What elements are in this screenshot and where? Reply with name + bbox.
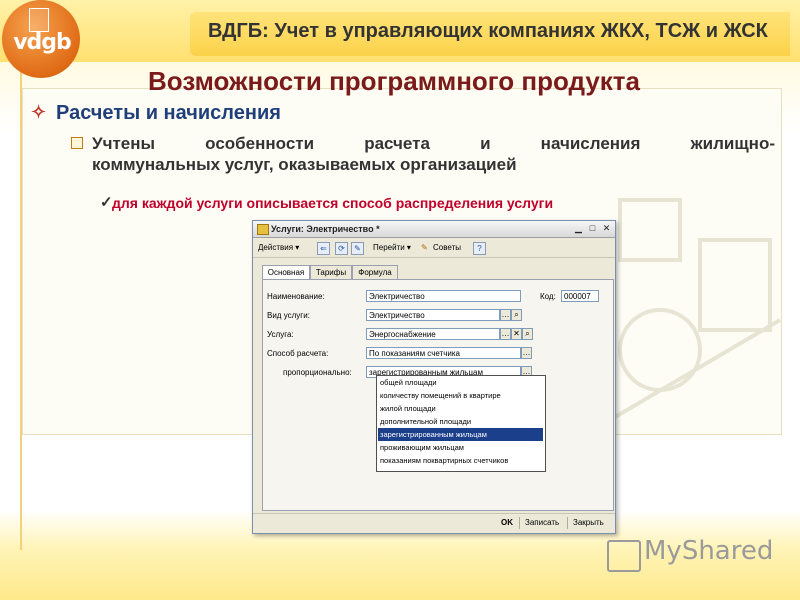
header-title: ВДГБ: Учет в управляющих компаниях ЖКХ, …	[208, 20, 768, 42]
write-button[interactable]: Записать	[525, 518, 559, 527]
dropdown-option[interactable]: показаниям поквартирных счетчиков	[378, 454, 543, 467]
help-button[interactable]: ?	[473, 242, 486, 255]
service-field[interactable]: Энергоснабжение	[366, 328, 500, 340]
toolbar: Действия ▾ ⇐ ⟳ ✎ Перейти ▾ ✎ Советы ?	[253, 239, 615, 258]
close-icon[interactable]: ✕	[601, 223, 612, 234]
dropdown-option[interactable]: жилой площади	[378, 402, 543, 415]
bullet-text-line2: коммунальных услуг, оказываемых организа…	[92, 155, 517, 174]
goto-menu[interactable]: Перейти ▾	[373, 243, 411, 252]
window-titlebar[interactable]: Услуги: Электричество * ▁ □ ✕	[253, 221, 615, 238]
dropdown-option[interactable]: количеству помещений в квартире	[378, 389, 543, 402]
calc-method-select-button[interactable]: …	[521, 347, 532, 359]
bullet-heading: Расчеты и начисления	[56, 102, 281, 124]
separator	[567, 517, 568, 529]
dropdown-option[interactable]: дополнительной площади	[378, 415, 543, 428]
slide-title: Возможности программного продукта	[148, 66, 640, 96]
tab-main[interactable]: Основная	[262, 265, 310, 280]
logo-text: vdgb	[13, 30, 72, 55]
vdgb-logo: vdgb	[2, 0, 80, 78]
services-window: Услуги: Электричество * ▁ □ ✕ Действия ▾…	[252, 220, 616, 534]
calc-method-label: Способ расчета:	[267, 349, 329, 358]
service-search-icon[interactable]: ⌕	[522, 328, 533, 340]
watermark-icon	[607, 540, 641, 572]
dropdown-option[interactable]: проживающим жильцам	[378, 441, 543, 454]
tab-formula[interactable]: Формула	[352, 265, 398, 279]
window-button-bar: OK Записать Закрыть	[253, 513, 615, 532]
watermark-text: MyShared	[644, 536, 774, 566]
ok-button[interactable]: OK	[501, 518, 513, 527]
maximize-icon[interactable]: □	[587, 223, 598, 234]
tab-tariffs[interactable]: Тарифы	[310, 265, 352, 279]
service-type-label: Вид услуги:	[267, 311, 310, 320]
service-select-button[interactable]: …	[500, 328, 511, 340]
tab-panel-main: Наименование: Электричество Код: 000007 …	[262, 279, 614, 511]
proportional-dropdown-list: общей площади количеству помещений в ква…	[376, 375, 546, 472]
check-bullet-text: для каждой услуги описывается способ рас…	[112, 195, 554, 211]
refresh-icon[interactable]: ⟳	[335, 242, 348, 255]
decorative-background-graphic	[608, 198, 782, 422]
edit-icon[interactable]: ✎	[351, 242, 364, 255]
calc-method-field[interactable]: По показаниям счетчика	[366, 347, 521, 359]
diamond-bullet-icon: ✧	[31, 102, 47, 122]
bullet-text-line1: Учтены особенности расчета и начисления …	[92, 134, 775, 153]
dropdown-option-selected[interactable]: зарегистрированным жильцам	[378, 428, 543, 441]
document-icon	[29, 8, 49, 32]
service-type-search-icon[interactable]: ⌕	[511, 309, 522, 321]
actions-menu[interactable]: Действия ▾	[258, 243, 299, 252]
dropdown-option[interactable]: общей площади	[378, 376, 543, 389]
service-label: Услуга:	[267, 330, 294, 339]
separator	[519, 517, 520, 529]
name-label: Наименование:	[267, 292, 325, 301]
name-field[interactable]: Электричество	[366, 290, 521, 302]
window-icon	[257, 224, 269, 235]
minimize-icon[interactable]: ▁	[573, 223, 584, 234]
service-clear-icon[interactable]: ✕	[511, 328, 522, 340]
code-label: Код:	[540, 292, 556, 301]
close-button[interactable]: Закрыть	[573, 518, 604, 527]
window-title: Услуги: Электричество *	[271, 224, 380, 234]
square-bullet-icon	[71, 137, 83, 149]
service-type-select-button[interactable]: …	[500, 309, 511, 321]
proportional-label: пропорционально:	[283, 368, 352, 377]
code-field[interactable]: 000007	[561, 290, 599, 302]
left-decor-line	[20, 60, 22, 550]
service-type-field[interactable]: Электричество	[366, 309, 500, 321]
tips-button[interactable]: Советы	[433, 243, 461, 252]
checkmark-icon: ✓	[100, 194, 113, 211]
tips-icon[interactable]: ✎	[421, 243, 428, 252]
back-icon[interactable]: ⇐	[317, 242, 330, 255]
